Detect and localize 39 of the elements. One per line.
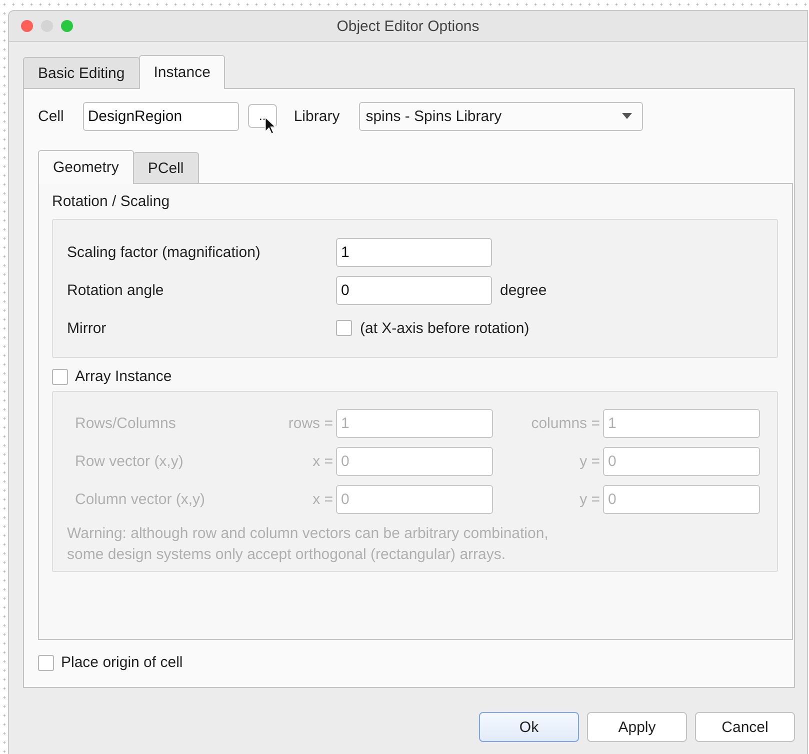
checkbox[interactable] [38,654,54,670]
field-label: Rows/Columns [75,414,177,432]
window-title: Object Editor Options [336,18,480,34]
checkbox[interactable] [336,320,352,336]
cell-label: Cell [38,108,64,124]
dialog-button[interactable]: Cancel [695,712,795,742]
field-label: rows = [287,414,334,432]
field-label: x = [312,490,334,508]
field-label: Column vector (x,y) [75,490,206,508]
checkbox-label: Array Instance [75,368,172,385]
dialog-button[interactable]: Apply [587,712,687,742]
field-label: columns = [530,414,601,432]
field-label: Row vector (x,y) [75,452,184,470]
tab[interactable]: Instance [138,55,226,89]
group-title: Rotation / Scaling [52,193,170,210]
cell-field[interactable]: DesignRegion [82,102,239,130]
zoom-icon[interactable] [61,20,73,32]
tab[interactable]: Basic Editing [23,57,140,88]
tab[interactable]: PCell [132,152,199,183]
dialog-button[interactable]: Ok [479,712,579,742]
field-label: Rotation angle [67,282,165,298]
field-label: Mirror [67,320,108,336]
scaling-field[interactable]: 1 [336,238,492,266]
tab[interactable]: Geometry [38,150,134,184]
field-label: x = [312,452,334,470]
field-label: y = [578,490,601,508]
close-icon[interactable] [21,20,33,32]
caret-icon [622,113,632,119]
mouse-cursor-icon [264,116,277,135]
field-label: y = [578,452,601,470]
library-label: Library [294,108,340,124]
checkbox-label: Place origin of cell [61,654,183,671]
rotation-field[interactable]: 0 [336,276,492,304]
warning-text: Warning: although row and column vectors can be arbitrary combination, some design systems only accept orthogonal (rectangular) arrays. [67,524,550,565]
library-dropdown[interactable]: spins - Spins Library [358,102,643,130]
checkbox[interactable] [52,368,68,384]
field-label: Scaling factor (magnification) [67,244,262,260]
unit-label: degree [500,282,547,298]
checkbox-label: (at X-axis before rotation) [360,320,530,336]
